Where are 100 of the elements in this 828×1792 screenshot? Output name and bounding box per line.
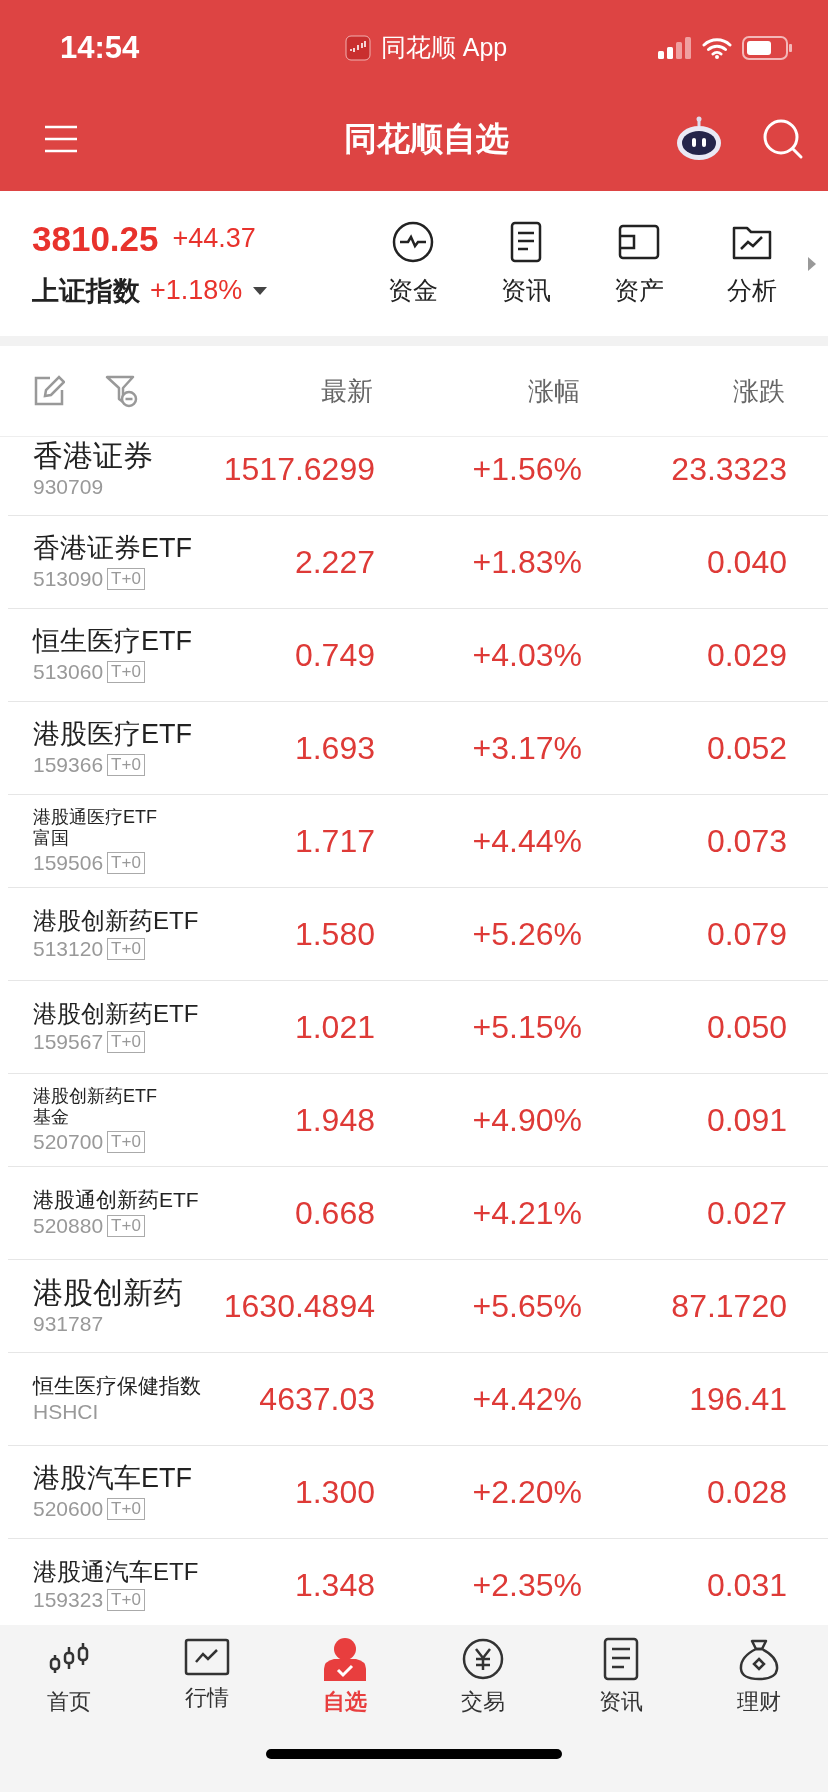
stock-code: 159323	[33, 1587, 104, 1612]
stock-code: 159567	[33, 1029, 104, 1054]
trading-tag: T+0	[107, 937, 145, 960]
percent-cell-text: +5.26%	[471, 915, 582, 953]
stock-name[interactable]: 港股创新药ETF基金	[33, 1086, 168, 1128]
stock-name[interactable]: 港股汽车ETF	[33, 1463, 213, 1495]
shortcut-button[interactable]: 分析	[695, 220, 808, 307]
tab-bar-item[interactable]: 理财	[690, 1637, 828, 1717]
price-cell-text: 1.300	[293, 1473, 375, 1511]
status-time: 14:54	[60, 29, 141, 66]
stock-code: 520700	[33, 1129, 104, 1154]
app-icon	[344, 34, 371, 61]
trading-tag: T+0	[107, 851, 145, 874]
stock-name[interactable]: 港股通汽车ETF	[33, 1558, 213, 1586]
yen-icon	[461, 1637, 505, 1681]
trading-tag: T+0	[107, 753, 145, 776]
tab-bar-item[interactable]: 自选	[276, 1637, 414, 1717]
stock-name[interactable]: 香港证券ETF	[33, 533, 213, 565]
change-cell-text: 0.027	[705, 1194, 787, 1232]
stock-name[interactable]: 港股通医疗ETF富国	[33, 807, 168, 849]
percent-cell-text: +4.90%	[471, 1101, 582, 1139]
stock-name[interactable]: 恒生医疗保健指数	[33, 1373, 213, 1399]
trading-tag: T+0	[107, 1215, 145, 1238]
shortcut-button[interactable]: 资讯	[469, 220, 582, 307]
signal-icon	[658, 36, 692, 59]
column-header[interactable]: 涨跌	[580, 373, 785, 409]
trading-tag: T+0	[107, 1588, 145, 1611]
percent-cell-text: +4.21%	[471, 1194, 582, 1232]
menu-icon[interactable]	[44, 125, 78, 153]
stock-name[interactable]: 恒生医疗ETF	[33, 626, 213, 658]
shortcut-button[interactable]: 资产	[582, 220, 695, 307]
stock-name[interactable]: 港股创新药	[33, 1275, 213, 1311]
dropdown-icon[interactable]	[252, 285, 269, 296]
percent-cell-text: +5.15%	[471, 1008, 582, 1046]
change-cell-text: 0.052	[705, 729, 787, 767]
change-cell-text: 0.040	[705, 543, 787, 581]
price-cell-text: 4637.03	[258, 1380, 375, 1418]
change-cell-text: 23.3323	[670, 450, 787, 488]
change-cell-text: 0.079	[705, 915, 787, 953]
index-value: 3810.25	[32, 218, 159, 259]
change-cell-text: 0.050	[705, 1008, 787, 1046]
stock-name[interactable]: 港股通创新药ETF	[33, 1187, 213, 1213]
stock-code: 513120	[33, 936, 104, 961]
stock-name[interactable]: 香港证券	[33, 438, 213, 474]
tab-bar-item[interactable]: 行情	[138, 1637, 276, 1717]
price-cell-text: 1630.4894	[222, 1287, 375, 1325]
percent-cell-text: +4.42%	[471, 1380, 582, 1418]
edit-icon[interactable]	[33, 375, 65, 407]
index-change: +44.37	[172, 223, 256, 254]
price-cell-text: 1517.6299	[222, 450, 375, 488]
trading-tag: T+0	[107, 660, 145, 683]
price-cell-text: 1.948	[293, 1101, 375, 1139]
line-chart-icon	[184, 1637, 230, 1677]
battery-icon	[742, 35, 792, 60]
robot-icon[interactable]	[674, 116, 724, 162]
trading-tag: T+0	[107, 567, 145, 590]
filter-icon[interactable]	[105, 374, 139, 408]
change-cell-text: 87.1720	[670, 1287, 787, 1325]
wifi-icon	[702, 36, 732, 59]
tab-bar-item[interactable]: 首页	[0, 1637, 138, 1717]
price-cell-text: 2.227	[293, 543, 375, 581]
index-percent: +1.18%	[150, 275, 243, 306]
price-cell-text: 1.348	[293, 1566, 375, 1604]
stock-code: 520880	[33, 1214, 104, 1239]
percent-cell-text: +3.17%	[471, 729, 582, 767]
column-header[interactable]: 涨幅	[373, 373, 580, 409]
price-cell-text: 1.693	[293, 729, 375, 767]
stock-code: 930709	[33, 475, 104, 500]
percent-cell-text: +5.65%	[471, 1287, 582, 1325]
shortcut-button[interactable]: 资金	[356, 220, 469, 307]
price-cell-text: 1.021	[293, 1008, 375, 1046]
percent-cell-text: +2.35%	[471, 1566, 582, 1604]
stock-name[interactable]: 港股创新药ETF	[33, 907, 213, 935]
trading-tag: T+0	[107, 1030, 145, 1053]
index-name[interactable]: 上证指数	[32, 272, 140, 309]
trading-tag: T+0	[107, 1497, 145, 1520]
change-cell-text: 0.073	[705, 822, 787, 860]
page-title: 同花顺自选	[342, 118, 510, 159]
stock-code: 520600	[33, 1496, 104, 1521]
app-name: 同花顺 App	[380, 32, 508, 63]
change-cell-text: 0.028	[705, 1473, 787, 1511]
stock-name[interactable]: 港股创新药ETF	[33, 1000, 213, 1028]
stock-code: 513090	[33, 566, 104, 591]
tab-bar-item[interactable]: 交易	[414, 1637, 552, 1717]
change-cell-text: 0.031	[705, 1566, 787, 1604]
stock-code: 931787	[33, 1312, 104, 1337]
search-icon[interactable]	[762, 118, 804, 160]
price-cell-text: 1.717	[293, 822, 375, 860]
trading-tag: T+0	[107, 1130, 145, 1153]
stock-name[interactable]: 港股医疗ETF	[33, 719, 213, 751]
scroll-right-icon[interactable]	[808, 256, 816, 271]
percent-cell-text: +1.56%	[471, 450, 582, 488]
percent-cell-text: +2.20%	[471, 1473, 582, 1511]
column-header[interactable]: 最新	[139, 373, 373, 409]
person-check-icon	[322, 1637, 368, 1681]
change-cell-text: 0.029	[705, 636, 787, 674]
percent-cell-text: +1.83%	[471, 543, 582, 581]
price-cell-text: 0.749	[293, 636, 375, 674]
tab-bar-item[interactable]: 资讯	[552, 1637, 690, 1717]
document-icon	[601, 1637, 641, 1681]
